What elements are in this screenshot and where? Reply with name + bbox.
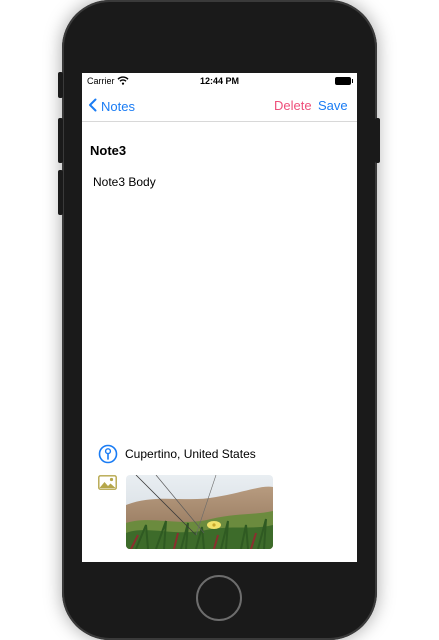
delete-button[interactable]: Delete: [274, 98, 312, 113]
wifi-icon: [117, 76, 129, 87]
back-button[interactable]: Notes: [88, 98, 135, 115]
navigation-bar: Notes Delete Save: [82, 93, 357, 122]
mute-switch: [58, 72, 63, 98]
location-label: Cupertino, United States: [125, 447, 256, 461]
note-body[interactable]: Note3 Body: [93, 175, 156, 189]
save-button[interactable]: Save: [318, 98, 348, 113]
location-row[interactable]: Cupertino, United States: [98, 444, 256, 464]
attached-photo[interactable]: [126, 475, 273, 549]
carrier-label: Carrier: [87, 76, 115, 86]
power-button: [375, 118, 380, 163]
status-bar: Carrier 12:44 PM: [82, 73, 357, 89]
chevron-left-icon: [88, 98, 97, 115]
status-time: 12:44 PM: [200, 76, 240, 86]
volume-up-button: [58, 118, 63, 163]
battery-icon: [335, 77, 353, 85]
volume-down-button: [58, 170, 63, 215]
location-pin-icon: [98, 444, 118, 464]
photo-icon: [98, 475, 117, 490]
note-title[interactable]: Note3: [90, 143, 126, 158]
back-label: Notes: [101, 99, 135, 114]
home-button[interactable]: [196, 575, 242, 621]
screen: Carrier 12:44 PM Notes Delete Save Note3…: [82, 73, 357, 562]
